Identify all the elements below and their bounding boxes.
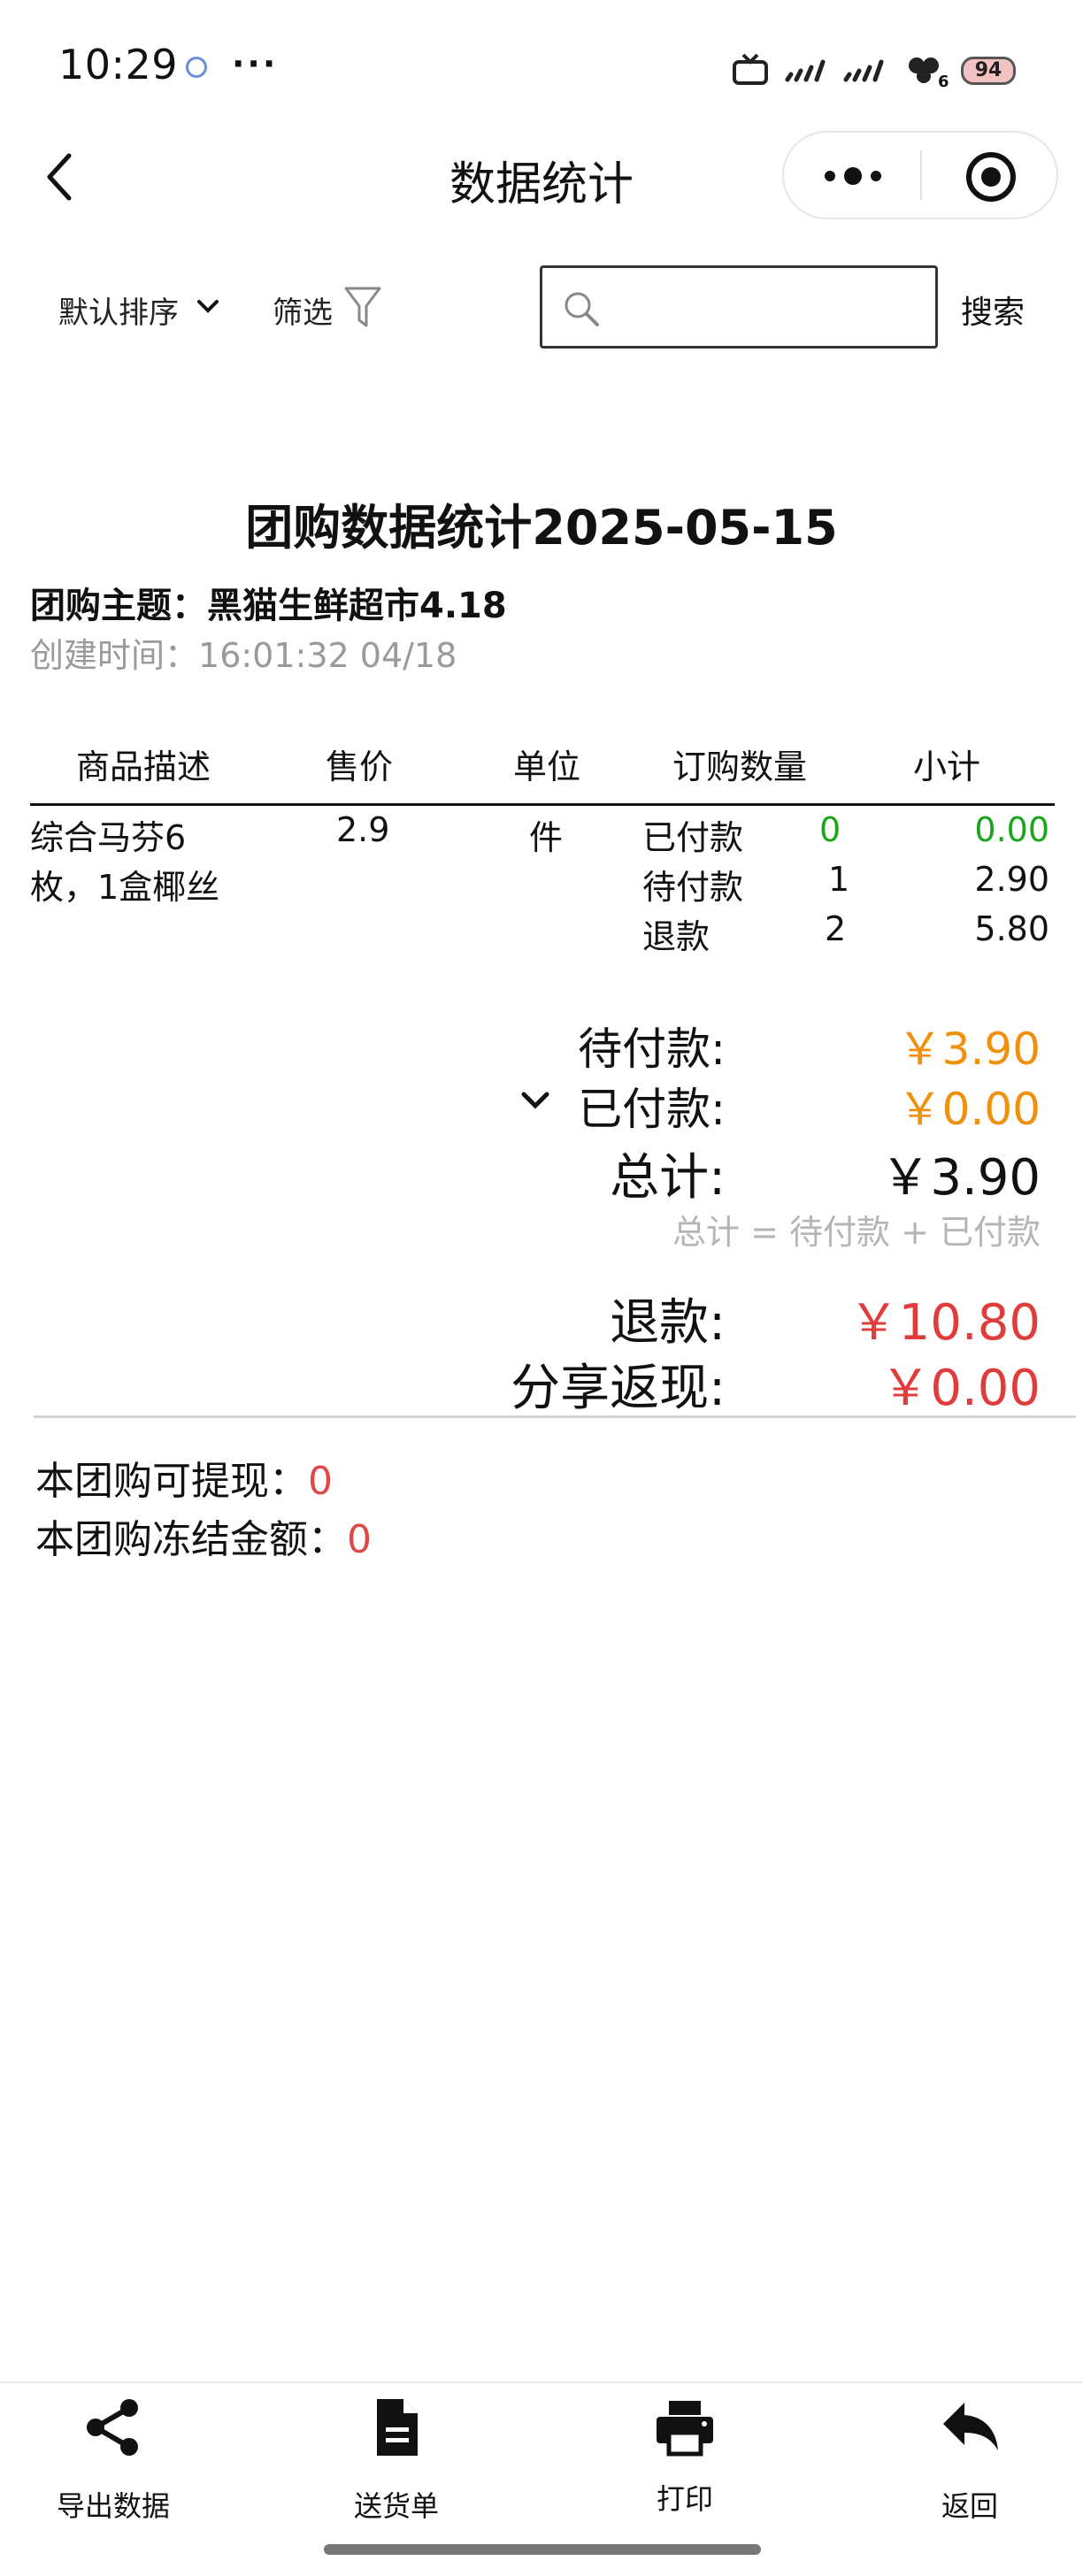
search-button[interactable]: 搜索	[961, 287, 1025, 333]
column-header-price: 售价	[326, 748, 394, 786]
print-icon	[657, 2401, 713, 2457]
pending-label: 待付款:	[578, 1024, 726, 1075]
paid-value: ￥0.00	[897, 1084, 1041, 1135]
filter-icon[interactable]	[343, 285, 382, 331]
column-header-description: 商品描述	[76, 748, 211, 786]
product-description-line2: 枚，1盒椰丝	[30, 868, 220, 907]
capsule-divider	[920, 150, 922, 200]
subtotal-refund: 5.80	[974, 909, 1049, 948]
delivery-note-tab[interactable]: 送货单	[308, 2383, 485, 2542]
signal-sub: 6	[938, 73, 949, 91]
pending-value: ￥3.90	[897, 1024, 1041, 1075]
more-icon[interactable]	[818, 163, 888, 189]
product-price: 2.9	[336, 810, 390, 849]
refund-label: 退款:	[610, 1294, 726, 1352]
product-description-line1: 综合马芬6	[30, 818, 187, 857]
search-input[interactable]	[613, 277, 923, 339]
created-value: 16:01:32 04/18	[198, 636, 457, 675]
export-data-label: 导出数据	[56, 2489, 170, 2523]
paid-label[interactable]: 已付款:	[372, 1074, 726, 1138]
report-title: 团购数据统计2025-05-15	[245, 500, 838, 556]
status-more-dots: ···	[232, 44, 279, 83]
frozen-value: 0	[347, 1517, 372, 1562]
delivery-note-label: 送货单	[353, 2489, 439, 2523]
close-miniprogram-icon[interactable]	[963, 149, 1019, 205]
subtotal-paid: 0.00	[974, 810, 1049, 849]
column-header-subtotal: 小计	[913, 748, 981, 786]
summary-divider	[34, 1415, 1076, 1418]
frozen-info: 本团购冻结金额：0	[35, 1507, 372, 1564]
qty-pending: 1	[828, 860, 850, 899]
subtotal-pending: 2.90	[974, 860, 1049, 899]
print-label: 打印	[656, 2482, 713, 2516]
created-time: 创建时间：16:01:32 04/18	[30, 628, 457, 677]
signal-icon-1	[785, 59, 826, 82]
created-label: 创建时间：	[30, 636, 199, 675]
column-header-unit: 单位	[513, 748, 581, 786]
qty-refund: 2	[825, 909, 847, 948]
group-buy-theme: 团购主题：黑猫生鲜超市4.18	[30, 577, 507, 628]
column-header-quantity: 订购数量	[672, 748, 808, 786]
status-refund: 退款	[642, 917, 710, 956]
theme-label: 团购主题：	[30, 586, 207, 626]
return-tab[interactable]: 返回	[881, 2383, 1058, 2542]
theme-value: 黑猫生鲜超市4.18	[207, 586, 507, 626]
tv-status-icon	[733, 53, 768, 85]
product-unit: 件	[529, 818, 564, 857]
export-data-tab[interactable]: 导出数据	[25, 2383, 202, 2542]
withdrawable-value: 0	[308, 1459, 333, 1504]
refund-value: ￥10.80	[849, 1294, 1041, 1352]
withdrawable-info: 本团购可提现：0	[35, 1449, 333, 1506]
sort-dropdown-label[interactable]: 默认排序	[58, 288, 179, 332]
cashback-value: ￥0.00	[880, 1360, 1041, 1417]
status-paid: 已付款	[642, 818, 744, 857]
qty-paid: 0	[819, 810, 841, 849]
share-icon	[87, 2399, 138, 2456]
cashback-label: 分享返现:	[511, 1360, 726, 1417]
reply-icon	[943, 2403, 998, 2450]
withdrawable-label: 本团购可提现：	[35, 1459, 308, 1504]
document-icon	[377, 2399, 418, 2456]
battery-indicator: 94	[961, 57, 1016, 85]
app-status-icon	[186, 57, 207, 78]
search-box	[540, 265, 938, 349]
frozen-label: 本团购冻结金额：	[35, 1517, 347, 1562]
return-label: 返回	[941, 2489, 998, 2523]
total-formula: 总计 = 待付款 + 已付款	[672, 1213, 1041, 1252]
home-indicator[interactable]	[324, 2544, 761, 2555]
table-header-line	[30, 803, 1055, 806]
search-icon	[565, 292, 599, 326]
signal-icon-2	[843, 59, 884, 82]
print-tab[interactable]: 打印	[596, 2383, 773, 2542]
total-label: 总计:	[610, 1149, 726, 1207]
status-pending: 待付款	[642, 868, 744, 907]
total-value: ￥3.90	[880, 1149, 1041, 1207]
filter-button[interactable]: 筛选	[273, 288, 333, 332]
status-time: 10:29	[58, 41, 179, 88]
chevron-down-icon[interactable]	[196, 297, 219, 315]
